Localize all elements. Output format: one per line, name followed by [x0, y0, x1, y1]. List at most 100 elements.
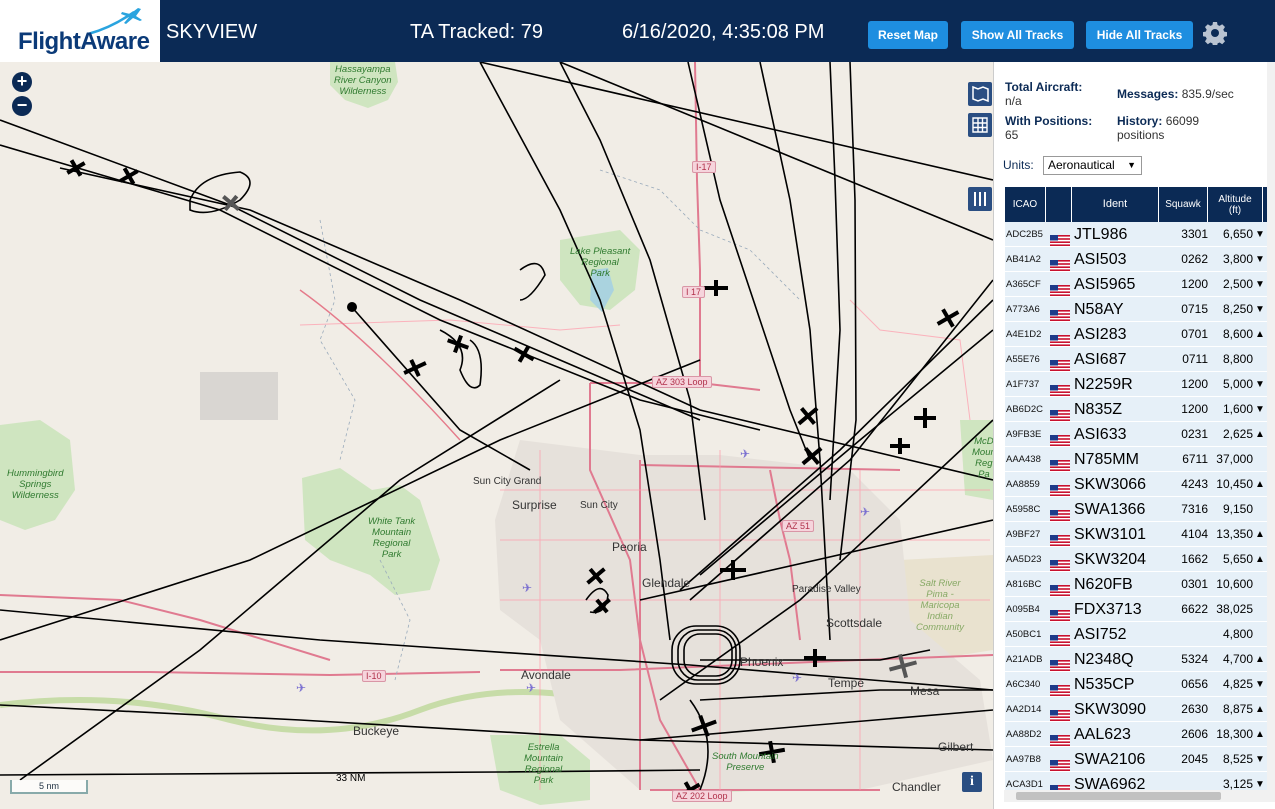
table-row[interactable]: AA2D14 SKW3090 2630 8,875 ▲ [1005, 697, 1267, 722]
icao-cell: A365CF [1006, 279, 1041, 290]
altitude-cell: 8,525 [1222, 752, 1253, 766]
us-flag-icon [1050, 304, 1070, 321]
table-row[interactable]: A1F737 N2259R 1200 5,000 ▼ [1005, 372, 1267, 397]
squawk-cell: 0656 [1181, 677, 1208, 691]
squawk-cell: 2630 [1181, 702, 1208, 716]
table-row[interactable]: A5958C SWA1366 7316 9,150 [1005, 497, 1267, 522]
trend-icon: ▲ [1255, 529, 1265, 540]
col-icao[interactable]: ICAO [1005, 187, 1046, 222]
altitude-cell: 2,625 [1222, 427, 1253, 441]
park-label: Hassayampa River Canyon Wilderness [334, 64, 392, 97]
city-label: Avondale [521, 668, 571, 682]
col-ident[interactable]: Ident [1072, 187, 1159, 222]
table-row[interactable]: A6C340 N535CP 0656 4,825 ▼ [1005, 672, 1267, 697]
icao-cell: AA8859 [1006, 479, 1040, 490]
aircraft-panel: Total Aircraft: n/a With Positions: 65 M… [993, 62, 1275, 809]
flightaware-logo[interactable]: FlightAware [0, 0, 160, 62]
altitude-cell: 8,250 [1222, 302, 1253, 316]
ident-cell: SWA2106 [1074, 751, 1146, 768]
col-altitude[interactable]: Altitude (ft) [1208, 187, 1263, 222]
col-squawk[interactable]: Squawk [1159, 187, 1208, 222]
history-unit: positions [1117, 128, 1165, 142]
table-row[interactable]: AA5D23 SKW3204 1662 5,650 ▲ [1005, 547, 1267, 572]
scroll-thumb[interactable] [1016, 792, 1221, 800]
table-row[interactable]: A4E1D2 ASI283 0701 8,600 ▲ [1005, 322, 1267, 347]
city-label: Mesa [910, 684, 940, 698]
table-row[interactable]: AA8859 SKW3066 4243 10,450 ▲ [1005, 472, 1267, 497]
ident-cell: ASI283 [1074, 326, 1127, 343]
us-flag-icon [1050, 729, 1070, 746]
map-layers-button[interactable] [968, 82, 992, 106]
trend-icon: ▲ [1255, 704, 1265, 715]
horizontal-scrollbar[interactable] [1004, 790, 1275, 802]
grid-toggle-button[interactable] [968, 113, 992, 137]
zoom-in-button[interactable]: + [12, 72, 32, 92]
show-all-tracks-button[interactable]: Show All Tracks [961, 21, 1074, 49]
us-flag-icon [1050, 429, 1070, 446]
total-aircraft-label: Total Aircraft: [1005, 80, 1083, 94]
us-flag-icon [1050, 504, 1070, 521]
icao-cell: ADC2B5 [1006, 229, 1043, 240]
altitude-cell: 4,800 [1222, 627, 1253, 641]
squawk-cell: 6622 [1181, 602, 1208, 616]
city-label: Sun City Grand [473, 476, 542, 487]
squawk-cell: 1662 [1181, 552, 1208, 566]
us-flag-icon [1050, 229, 1070, 246]
svg-text:✈: ✈ [296, 681, 306, 695]
ident-cell: ASI503 [1074, 251, 1127, 268]
ident-cell: N2348Q [1074, 651, 1134, 668]
table-row[interactable]: A21ADB N2348Q 5324 4,700 ▲ [1005, 647, 1267, 672]
map-canvas[interactable]: ✈ ✈ ✈ ✈ ✈ ✈ [0, 62, 993, 809]
icao-cell: A773A6 [1006, 304, 1040, 315]
us-flag-icon [1050, 379, 1070, 396]
ident-cell: N835Z [1074, 401, 1123, 418]
svg-text:✈: ✈ [740, 447, 750, 461]
us-flag-icon [1050, 279, 1070, 296]
datetime: 6/16/2020, 4:35:08 PM [622, 21, 825, 43]
us-flag-icon [1050, 679, 1070, 696]
squawk-cell: 4104 [1181, 527, 1208, 541]
altitude-cell: 5,650 [1222, 552, 1253, 566]
table-row[interactable]: AA97B8 SWA2106 2045 8,525 ▼ [1005, 747, 1267, 772]
icao-cell: A9FB3E [1006, 429, 1042, 440]
table-row[interactable]: AA88D2 AAL623 2606 18,300 ▲ [1005, 722, 1267, 747]
zoom-out-button[interactable]: − [12, 96, 32, 116]
svg-text:✈: ✈ [792, 671, 802, 685]
table-row[interactable]: A095B4 FDX3713 6622 38,025 [1005, 597, 1267, 622]
table-row[interactable]: A773A6 N58AY 0715 8,250 ▼ [1005, 297, 1267, 322]
table-row[interactable]: A50BC1 ASI752 4,800 [1005, 622, 1267, 647]
icao-cell: A4E1D2 [1006, 329, 1042, 340]
info-button[interactable]: i [962, 772, 982, 792]
history-stat: History: 66099 positions [1117, 114, 1199, 142]
units-select[interactable]: Aeronautical ▼ [1043, 156, 1142, 175]
table-row[interactable]: AB6D2C N835Z 1200 1,600 ▼ [1005, 397, 1267, 422]
table-row[interactable]: A55E76 ASI687 0711 8,800 [1005, 347, 1267, 372]
table-row[interactable]: A9FB3E ASI633 0231 2,625 ▲ [1005, 422, 1267, 447]
vertical-scrollbar[interactable] [1267, 62, 1275, 795]
table-row[interactable]: ADC2B5 JTL986 3301 6,650 ▼ [1005, 222, 1267, 247]
table-row[interactable]: A9BF27 SKW3101 4104 13,350 ▲ [1005, 522, 1267, 547]
altitude-cell: 13,350 [1216, 527, 1253, 541]
icao-cell: A1F737 [1006, 379, 1040, 390]
history-value: 66099 [1165, 114, 1200, 128]
ident-cell: SKW3204 [1074, 551, 1147, 568]
icao-cell: A095B4 [1006, 604, 1040, 615]
col-flag [1046, 187, 1072, 222]
ident-cell: SKW3090 [1074, 701, 1147, 718]
us-flag-icon [1050, 354, 1070, 371]
reset-map-button[interactable]: Reset Map [868, 21, 948, 49]
us-flag-icon [1050, 254, 1070, 271]
with-positions-label: With Positions: [1005, 114, 1093, 128]
us-flag-icon [1050, 529, 1070, 546]
columns-toggle-button[interactable] [968, 187, 992, 211]
table-row[interactable]: A365CF ASI5965 1200 2,500 ▼ [1005, 272, 1267, 297]
us-flag-icon [1050, 629, 1070, 646]
table-row[interactable]: AB41A2 ASI503 0262 3,800 ▼ [1005, 247, 1267, 272]
table-row[interactable]: A816BC N620FB 0301 10,600 [1005, 572, 1267, 597]
gear-icon[interactable] [1203, 21, 1227, 45]
altitude-cell: 9,150 [1222, 502, 1253, 516]
squawk-cell: 0231 [1181, 427, 1208, 441]
hide-all-tracks-button[interactable]: Hide All Tracks [1086, 21, 1193, 49]
map-view[interactable]: ✈ ✈ ✈ ✈ ✈ ✈ + − Hassayampa River Canyon Wild… [0, 62, 993, 809]
table-row[interactable]: AAA438 N785MM 6711 37,000 [1005, 447, 1267, 472]
